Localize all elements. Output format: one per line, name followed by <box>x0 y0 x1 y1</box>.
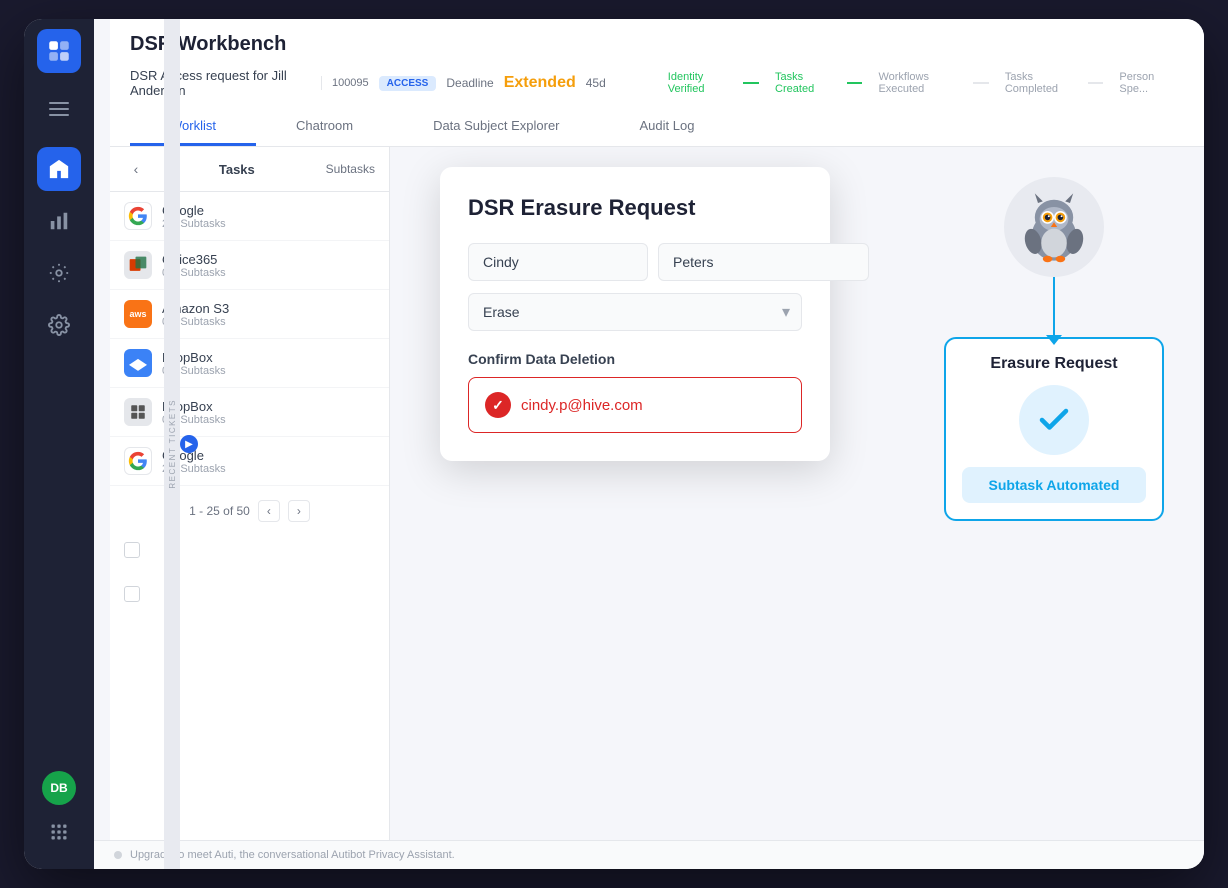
deadline-value: Extended <box>504 74 576 92</box>
task-item-google[interactable]: Google 2/4 Subtasks <box>110 192 389 241</box>
tab-worklist[interactable]: Worklist <box>130 108 256 146</box>
dropbox2-logo <box>124 398 152 426</box>
task-item-dropbox2[interactable]: DropBox 0/1 Subtasks <box>110 388 389 437</box>
step-identity: Identity Verified <box>656 71 739 95</box>
tasks-title: Tasks <box>219 162 255 177</box>
task-info-dropbox2: DropBox 0/1 Subtasks <box>162 399 375 426</box>
recent-tickets-label: RECENT TICKETS <box>168 399 177 489</box>
access-badge: ACCESS <box>379 76 437 91</box>
bottom-bar: Upgrade to meet Auti, the conversational… <box>94 840 1204 869</box>
checkbox-2[interactable] <box>124 586 140 602</box>
main-content: RECENT TICKETS ▶ DSR Workbench DSR Acces… <box>94 19 1204 869</box>
tasks-back-button[interactable]: ‹ <box>124 157 148 181</box>
deadline-days: 45d <box>586 76 606 90</box>
task-subtasks: 2/4 Subtasks <box>162 218 375 230</box>
sidebar-nav <box>37 147 81 771</box>
task-subtasks: 0/1 Subtasks <box>162 365 375 377</box>
name-row <box>468 243 802 281</box>
google-logo <box>124 202 152 230</box>
expand-panel-button[interactable]: ▶ <box>180 435 198 453</box>
task-info-office365: Office365 0/4 Subtasks <box>162 252 375 279</box>
task-subtasks: 0/1 Subtasks <box>162 414 375 426</box>
recent-tickets-strip: RECENT TICKETS <box>164 19 180 869</box>
email-icon: ✓ <box>485 392 511 418</box>
checkbox-1[interactable] <box>124 542 140 558</box>
task-info-google: Google 2/4 Subtasks <box>162 203 375 230</box>
erasure-request-card: Erasure Request Subtask Automated <box>944 337 1164 521</box>
task-item-amazons3[interactable]: aws Amazon S3 0/1 Subtasks <box>110 290 389 339</box>
body-area: ‹ Tasks Subtasks Google 2/4 Subtasks <box>110 147 1204 840</box>
email-box: ✓ cindy.p@hive.com <box>468 377 802 433</box>
status-dot <box>114 851 122 859</box>
step-person: Person Spe... <box>1107 71 1184 95</box>
task-name: Amazon S3 <box>162 301 375 316</box>
deadline-label: Deadline <box>446 76 493 90</box>
app-logo[interactable] <box>37 29 81 73</box>
step-workflows: Workflows Executed <box>866 71 969 95</box>
step-tasks-complete: Tasks Completed <box>993 71 1084 95</box>
tabs-row: Worklist Chatroom Data Subject Explorer … <box>130 108 1184 146</box>
modal-title: DSR Erasure Request <box>468 195 802 221</box>
last-name-input[interactable] <box>658 243 869 281</box>
task-item-google2[interactable]: Google 2/4 Subtasks <box>110 437 389 486</box>
pagination-text: 1 - 25 of 50 <box>189 504 250 518</box>
menu-toggle[interactable] <box>41 91 77 127</box>
task-name: Google <box>162 203 375 218</box>
task-name: DropBox <box>162 399 375 414</box>
pagination-prev[interactable]: ‹ <box>258 500 280 522</box>
action-select-wrap: Erase ▾ <box>468 293 802 331</box>
sidebar-item-analytics[interactable] <box>37 199 81 243</box>
owl-avatar <box>1004 177 1104 277</box>
pagination-next[interactable]: › <box>288 500 310 522</box>
request-title: DSR Access request for Jill Anderson <box>130 68 311 98</box>
sidebar-item-home[interactable] <box>37 147 81 191</box>
top-bar: DSR Workbench DSR Access request for Jil… <box>110 19 1204 147</box>
user-avatar[interactable]: DB <box>42 771 76 805</box>
progress-steps: Identity Verified Tasks Created Workflow… <box>656 71 1184 95</box>
task-name: Office365 <box>162 252 375 267</box>
task-item-dropbox[interactable]: DropBox 0/1 Subtasks <box>110 339 389 388</box>
task-info-dropbox: DropBox 0/1 Subtasks <box>162 350 375 377</box>
first-name-input[interactable] <box>468 243 648 281</box>
task-item-office365[interactable]: Office365 0/4 Subtasks <box>110 241 389 290</box>
amazons3-logo: aws <box>124 300 152 328</box>
tab-chatroom[interactable]: Chatroom <box>256 108 393 146</box>
tab-data-subject[interactable]: Data Subject Explorer <box>393 108 599 146</box>
office365-logo <box>124 251 152 279</box>
task-subtasks: 2/4 Subtasks <box>162 463 375 475</box>
apps-icon[interactable] <box>42 815 76 849</box>
google2-logo <box>124 447 152 475</box>
dsr-info-row: DSR Access request for Jill Anderson 100… <box>130 68 1184 98</box>
arrow-down-icon <box>1053 277 1055 337</box>
step-tasks: Tasks Created <box>763 71 843 95</box>
task-subtasks: 0/1 Subtasks <box>162 316 375 328</box>
page-title: DSR Workbench <box>130 33 286 56</box>
sidebar-item-tools[interactable] <box>37 251 81 295</box>
task-name: DropBox <box>162 350 375 365</box>
content-area: DSR Erasure Request Erase ▾ Confirm Data… <box>390 147 1204 840</box>
task-info-google2: Google 2/4 Subtasks <box>162 448 375 475</box>
dropbox-logo <box>124 349 152 377</box>
task-info-amazons3: Amazon S3 0/1 Subtasks <box>162 301 375 328</box>
sidebar-bottom: DB <box>42 771 76 859</box>
ticket-id: 100095 <box>332 77 369 89</box>
sidebar: DB <box>24 19 94 869</box>
dsr-erasure-modal: DSR Erasure Request Erase ▾ Confirm Data… <box>440 167 830 461</box>
erasure-card-title: Erasure Request <box>990 355 1117 373</box>
email-text: cindy.p@hive.com <box>521 397 643 414</box>
subtasks-col-label: Subtasks <box>326 162 375 176</box>
automation-card: Erasure Request Subtask Automated <box>944 177 1164 521</box>
check-circle <box>1019 385 1089 455</box>
tasks-panel: ‹ Tasks Subtasks Google 2/4 Subtasks <box>110 147 390 840</box>
tab-audit-log[interactable]: Audit Log <box>600 108 735 146</box>
tasks-header: ‹ Tasks Subtasks <box>110 147 389 192</box>
sidebar-item-settings[interactable] <box>37 303 81 347</box>
subtask-automated-button[interactable]: Subtask Automated <box>962 467 1146 503</box>
action-select[interactable]: Erase <box>468 293 802 331</box>
confirm-label: Confirm Data Deletion <box>468 351 802 367</box>
task-subtasks: 0/4 Subtasks <box>162 267 375 279</box>
